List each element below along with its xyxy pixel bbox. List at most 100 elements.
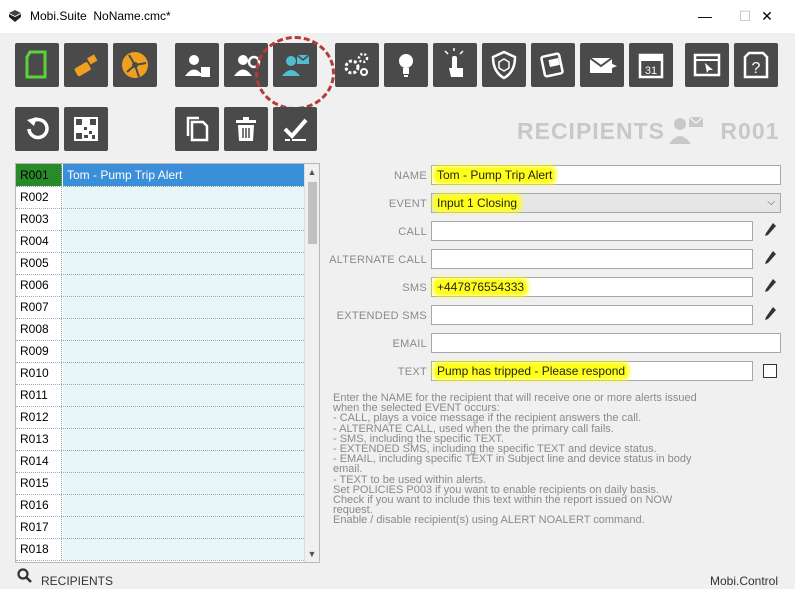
- list-item[interactable]: R010: [16, 362, 304, 385]
- list-scrollbar[interactable]: ▲ ▼: [304, 164, 319, 562]
- list-item[interactable]: R005: [16, 252, 304, 275]
- send-mail-button[interactable]: [580, 43, 624, 87]
- list-item[interactable]: R014: [16, 450, 304, 473]
- copy-button[interactable]: [175, 107, 219, 151]
- list-item[interactable]: R004: [16, 230, 304, 253]
- status-app-label: Mobi.Control: [709, 574, 778, 588]
- scroll-thumb[interactable]: [308, 182, 317, 244]
- user-settings-button[interactable]: [224, 43, 268, 87]
- list-item-code: R016: [16, 494, 62, 516]
- sms-edit-pencil-icon[interactable]: [763, 278, 777, 294]
- extended-sms-field[interactable]: [431, 305, 753, 325]
- list-item-name: [63, 296, 304, 318]
- list-item[interactable]: R007: [16, 296, 304, 319]
- list-item-code: R011: [16, 384, 62, 406]
- page-heading: RECIPIENTS R001: [517, 116, 780, 145]
- list-item-code: R010: [16, 362, 62, 384]
- list-item[interactable]: R015: [16, 472, 304, 495]
- extended-sms-edit-pencil-icon[interactable]: [763, 306, 777, 322]
- call-field[interactable]: [431, 221, 753, 241]
- sms-label: SMS: [402, 282, 427, 294]
- usb-icon: [74, 54, 98, 77]
- usb-button[interactable]: [64, 43, 108, 87]
- search-icon[interactable]: [17, 568, 33, 584]
- calendar-button[interactable]: 31: [629, 43, 673, 87]
- network-button[interactable]: [113, 43, 157, 87]
- list-item-name: [63, 384, 304, 406]
- window-button[interactable]: [685, 43, 729, 87]
- send-mail-icon: [589, 57, 617, 73]
- page-title: RECIPIENTS: [517, 118, 666, 144]
- delete-button[interactable]: [224, 107, 268, 151]
- list-item[interactable]: R003: [16, 208, 304, 231]
- email-field[interactable]: [431, 333, 781, 353]
- page-code: R001: [720, 118, 780, 144]
- help-document-icon: ?: [743, 51, 769, 79]
- event-label: EVENT: [388, 198, 427, 210]
- list-item-name: [63, 318, 304, 340]
- security-button[interactable]: [482, 43, 526, 87]
- text-field[interactable]: Pump has tripped - Please respond: [431, 361, 753, 381]
- call-edit-pencil-icon[interactable]: [763, 222, 777, 238]
- confirm-button[interactable]: [273, 107, 317, 151]
- list-item-code: R012: [16, 406, 62, 428]
- qr-code-button[interactable]: [64, 107, 108, 151]
- minimize-button[interactable]: —: [683, 4, 727, 28]
- list-item-code: R001: [16, 164, 62, 186]
- list-item-code: R015: [16, 472, 62, 494]
- list-item-name: [63, 428, 304, 450]
- alternate-call-edit-pencil-icon[interactable]: [763, 250, 777, 266]
- list-item[interactable]: R017: [16, 516, 304, 539]
- list-item-code: R009: [16, 340, 62, 362]
- recipient-list[interactable]: R018 R017 R016 R015 R014 R013 R012 R011 R010 R009…: [15, 163, 320, 563]
- undo-button[interactable]: [15, 107, 59, 151]
- event-select[interactable]: Input 1 Closing ⌵: [431, 193, 781, 213]
- list-item-code: R007: [16, 296, 62, 318]
- scroll-down-icon[interactable]: ▼: [305, 546, 319, 562]
- ideas-button[interactable]: [384, 43, 428, 87]
- title-bar: Mobi.Suite NoName.cmc* — ☐ ✕: [0, 0, 795, 33]
- svg-text:31: 31: [645, 65, 657, 77]
- email-label: EMAIL: [392, 338, 427, 350]
- settings-button[interactable]: [335, 43, 379, 87]
- list-item-name: [63, 450, 304, 472]
- list-item[interactable]: R001 Tom - Pump Trip Alert: [16, 164, 304, 187]
- help-button[interactable]: ?: [734, 43, 778, 87]
- recipient-mail-icon: [282, 54, 310, 76]
- list-item[interactable]: R008: [16, 318, 304, 341]
- user-settings-icon: [234, 55, 261, 76]
- list-item[interactable]: R013: [16, 428, 304, 451]
- new-file-button[interactable]: [15, 43, 59, 87]
- recipients-button[interactable]: [273, 43, 317, 87]
- list-item[interactable]: R011: [16, 384, 304, 407]
- svg-text:?: ?: [752, 60, 761, 77]
- user-card-button[interactable]: [175, 43, 219, 87]
- help-line: Enable / disable recipient(s) using ALER…: [333, 514, 645, 527]
- list-item-name: [63, 230, 304, 252]
- check-list-icon: [283, 118, 308, 141]
- close-button[interactable]: ✕: [745, 4, 789, 28]
- list-item-code: R006: [16, 274, 62, 296]
- text-label: TEXT: [397, 366, 427, 378]
- list-item[interactable]: R012: [16, 406, 304, 429]
- chevron-down-icon: ⌵: [767, 197, 775, 208]
- list-item[interactable]: R009: [16, 340, 304, 363]
- list-item[interactable]: R018: [16, 538, 304, 561]
- status-bar: RECIPIENTS Mobi.Control: [0, 565, 795, 589]
- delete-icon: [236, 117, 256, 141]
- list-item[interactable]: R016: [16, 494, 304, 517]
- alternate-call-label: ALTERNATE CALL: [329, 254, 427, 266]
- alternate-call-field[interactable]: [431, 249, 753, 269]
- name-field[interactable]: Tom - Pump Trip Alert: [431, 165, 781, 185]
- include-in-report-checkbox[interactable]: [763, 364, 777, 378]
- mobile-device-icon: [540, 52, 564, 78]
- list-item-name: [63, 406, 304, 428]
- app-shield-icon: [9, 10, 21, 22]
- touch-button[interactable]: [433, 43, 477, 87]
- list-item[interactable]: R002: [16, 186, 304, 209]
- network-icon: [122, 52, 148, 78]
- list-item[interactable]: R006: [16, 274, 304, 297]
- device-button[interactable]: [531, 43, 575, 87]
- shield-icon: [491, 50, 517, 80]
- sms-field[interactable]: +447876554333: [431, 277, 753, 297]
